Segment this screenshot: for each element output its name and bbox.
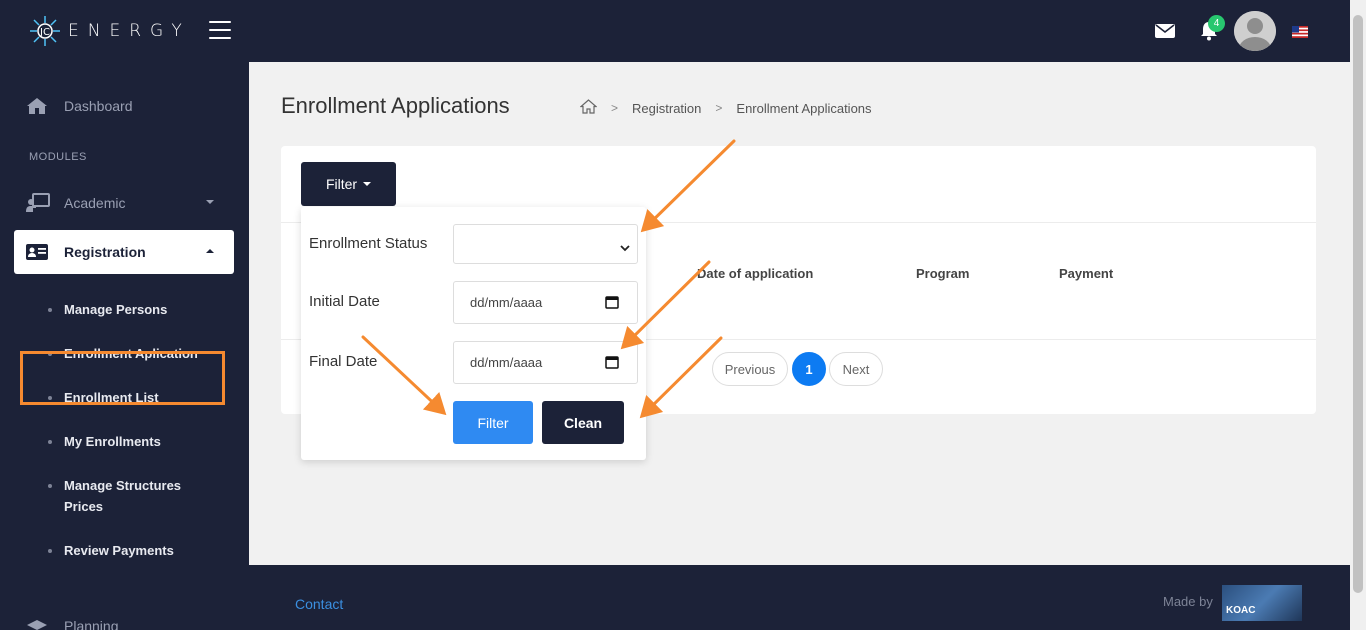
filter-dropdown-button[interactable]: Filter — [301, 162, 396, 206]
svg-text:JC: JC — [39, 27, 50, 38]
initial-date-input[interactable]: dd/mm/aaaa — [453, 281, 638, 324]
sidebar-item-label: Academic — [64, 195, 126, 211]
chevron-right-icon: > — [715, 101, 723, 115]
chevron-down-icon — [620, 240, 630, 255]
chevron-up-icon — [206, 249, 214, 253]
pagination-previous[interactable]: Previous — [712, 352, 788, 386]
final-date-input[interactable]: dd/mm/aaaa — [453, 341, 638, 384]
home-icon[interactable] — [579, 99, 598, 117]
us-flag-icon[interactable] — [1292, 25, 1308, 38]
initial-date-label: Initial Date — [309, 293, 380, 310]
column-header-program[interactable]: Program — [916, 266, 969, 281]
breadcrumb-link-registration[interactable]: Registration — [632, 101, 701, 116]
koac-logo[interactable]: KOAC — [1222, 585, 1302, 621]
sidebar-item-label: Planning — [64, 618, 119, 630]
chevron-right-icon: > — [611, 101, 619, 115]
footer-contact-link[interactable]: Contact — [295, 596, 343, 612]
calendar-icon[interactable] — [605, 295, 619, 312]
top-bar — [0, 0, 1350, 62]
section-label-modules: MODULES — [29, 151, 87, 163]
apply-filter-button[interactable]: Filter — [453, 401, 533, 444]
sidebar-subitem-my-enrollments[interactable]: My Enrollments — [48, 431, 161, 452]
teacher-board-icon — [14, 193, 64, 213]
clean-filter-button[interactable]: Clean — [542, 401, 624, 444]
breadcrumb: > Registration > Enrollment Applications — [579, 99, 872, 117]
menu-toggle-icon[interactable] — [209, 21, 231, 39]
mail-icon[interactable] — [1155, 23, 1175, 44]
sidebar-subitem-manage-persons[interactable]: Manage Persons — [48, 299, 167, 320]
enrollment-status-label: Enrollment Status — [309, 235, 428, 252]
column-header-payment[interactable]: Payment — [1059, 266, 1113, 281]
sidebar-item-planning[interactable]: Planning — [14, 604, 234, 630]
sidebar-item-academic[interactable]: Academic — [14, 181, 234, 225]
notification-badge: 4 — [1208, 15, 1225, 32]
graduation-cap-icon — [14, 619, 64, 630]
made-by-label: Made by — [1163, 594, 1213, 609]
page-title: Enrollment Applications — [281, 93, 510, 118]
sidebar-item-registration[interactable]: Registration — [14, 230, 234, 274]
id-card-icon — [14, 244, 64, 260]
sidebar-subitem-review-payments[interactable]: Review Payments — [48, 540, 174, 561]
logo-text: ENERGY — [68, 21, 191, 41]
sidebar-subitem-manage-structures-prices[interactable]: Manage Structures Prices — [48, 475, 198, 517]
column-header-date[interactable]: Date of application — [697, 266, 813, 281]
sidebar-item-label: Registration — [64, 244, 146, 260]
app-logo[interactable]: JC ENERGY — [28, 14, 191, 48]
chevron-down-icon — [206, 200, 214, 204]
pagination-next[interactable]: Next — [829, 352, 883, 386]
vertical-scrollbar[interactable] — [1350, 0, 1366, 630]
final-date-label: Final Date — [309, 353, 378, 370]
sidebar-item-label: Dashboard — [64, 98, 133, 114]
annotation-highlight-box — [20, 351, 225, 405]
user-avatar[interactable] — [1234, 11, 1276, 51]
caret-down-icon — [363, 182, 372, 186]
logo-mark-icon: JC — [28, 14, 62, 48]
breadcrumb-current: Enrollment Applications — [736, 100, 872, 116]
enrollment-status-select[interactable] — [453, 224, 638, 264]
sidebar: Dashboard MODULES Academic Registration … — [0, 62, 249, 630]
sidebar-item-dashboard[interactable]: Dashboard — [14, 84, 234, 128]
scrollbar-thumb[interactable] — [1353, 15, 1363, 593]
home-icon — [14, 97, 64, 115]
calendar-icon[interactable] — [605, 355, 619, 372]
pagination-page-1[interactable]: 1 — [792, 352, 826, 386]
